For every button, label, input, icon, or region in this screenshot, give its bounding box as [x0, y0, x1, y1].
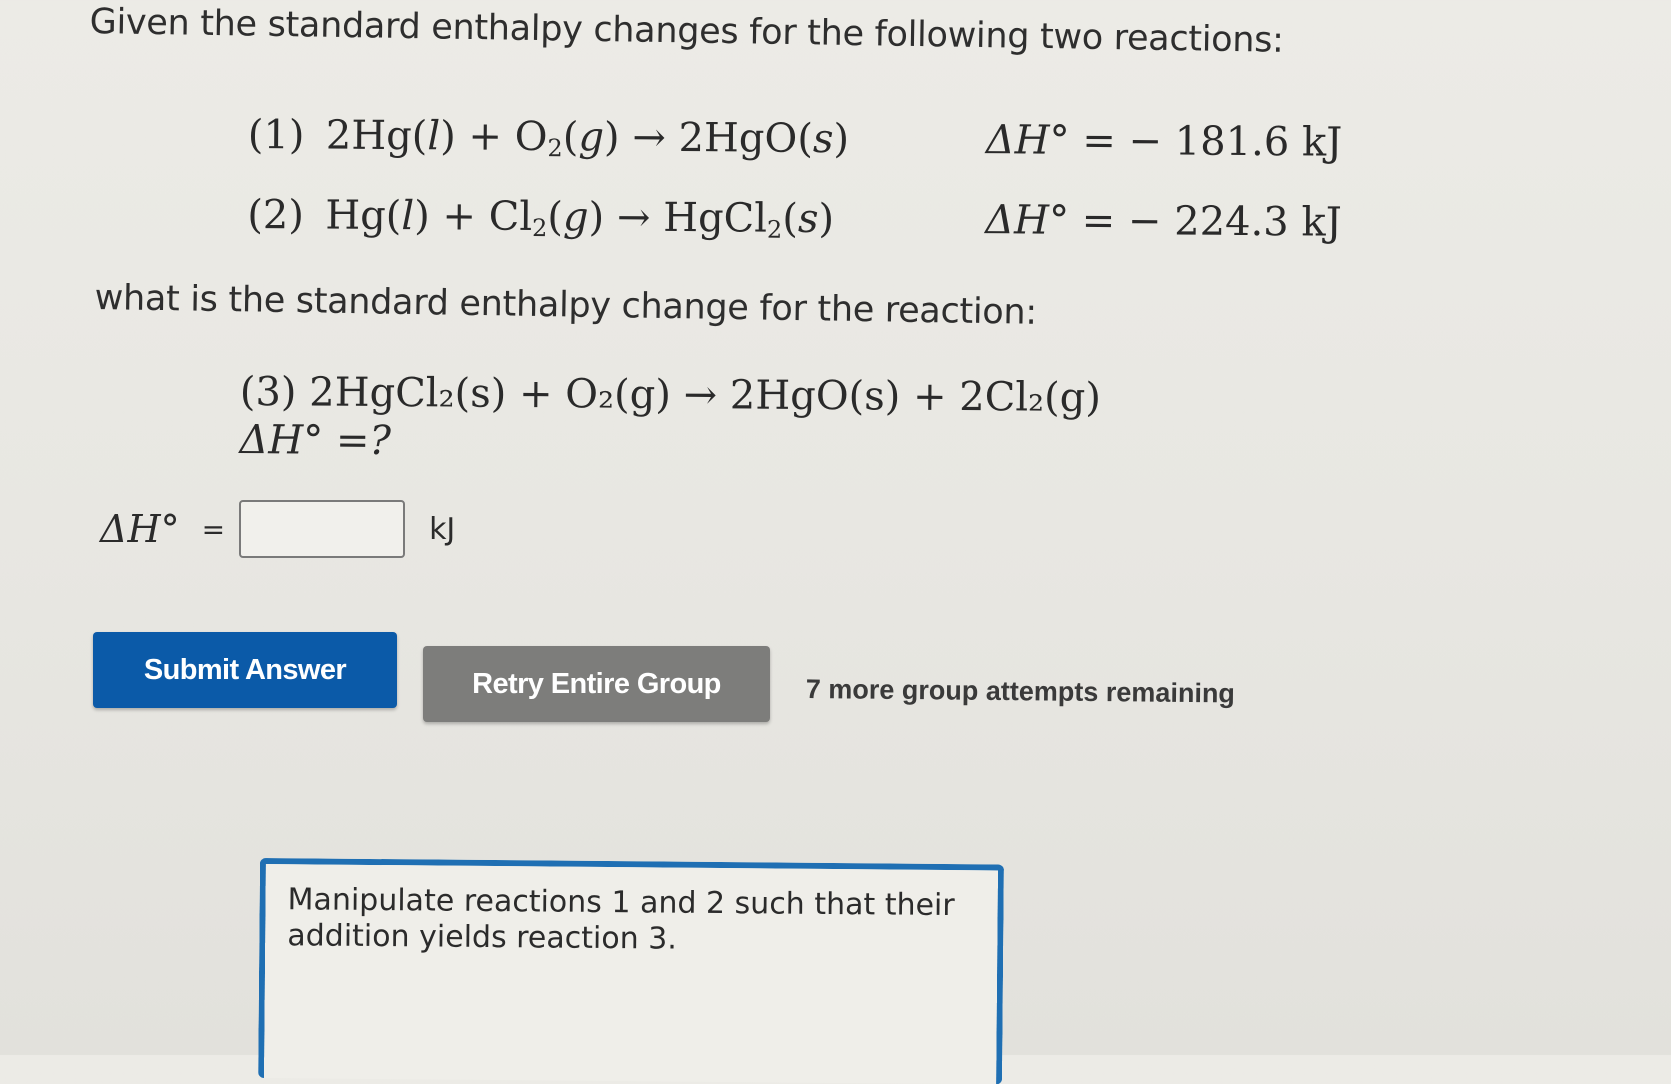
reaction-number: (1) — [247, 112, 305, 159]
answer-label: ΔH° — [100, 507, 180, 551]
reaction-equation: 2HgCl₂(s) + O₂(g) → 2HgO(s) + 2Cl₂(g) — [309, 369, 1102, 422]
question-intro: Given the standard enthalpy changes for … — [89, 2, 1284, 61]
reaction-2: (2) Hg(l) + Cl2(g) → HgCl2(s) ΔH° = − 22… — [247, 192, 1342, 280]
hint-text: Manipulate reactions 1 and 2 such that t… — [287, 882, 955, 957]
reaction-equation: 2Hg(l) + O2(g) → 2HgO(s) — [325, 112, 850, 163]
answer-row: ΔH° = kJ — [100, 500, 455, 558]
attempts-remaining: 7 more group attempts remaining — [805, 674, 1236, 709]
unit-label: kJ — [429, 511, 456, 547]
enthalpy-answer-input[interactable] — [239, 500, 406, 558]
reaction-equation: Hg(l) + Cl2(g) → HgCl2(s) — [325, 192, 835, 244]
reaction-number: (2) — [247, 191, 305, 239]
submit-answer-button[interactable]: Submit Answer — [93, 632, 397, 708]
reaction-number: (3) — [239, 368, 297, 416]
reaction-enthalpy: ΔH° = − 181.6 kJ — [985, 117, 1343, 166]
hint-box: Manipulate reactions 1 and 2 such that t… — [258, 858, 1004, 1084]
target-reaction: (3) 2HgCl₂(s) + O₂(g) → 2HgO(s) + 2Cl₂(g… — [239, 368, 1101, 470]
reaction-enthalpy: ΔH° = − 224.3 kJ — [985, 197, 1342, 246]
given-reactions: (1) 2Hg(l) + O2(g) → 2HgO(s) ΔH° = − 181… — [247, 112, 1343, 280]
reaction-1: (1) 2Hg(l) + O2(g) → 2HgO(s) ΔH° = − 181… — [247, 112, 1343, 200]
equals-sign: = — [201, 512, 226, 546]
retry-group-button[interactable]: Retry Entire Group — [423, 646, 770, 722]
question-prompt: what is the standard enthalpy change for… — [94, 278, 1038, 333]
enthalpy-query: ΔH° =? — [239, 416, 392, 465]
